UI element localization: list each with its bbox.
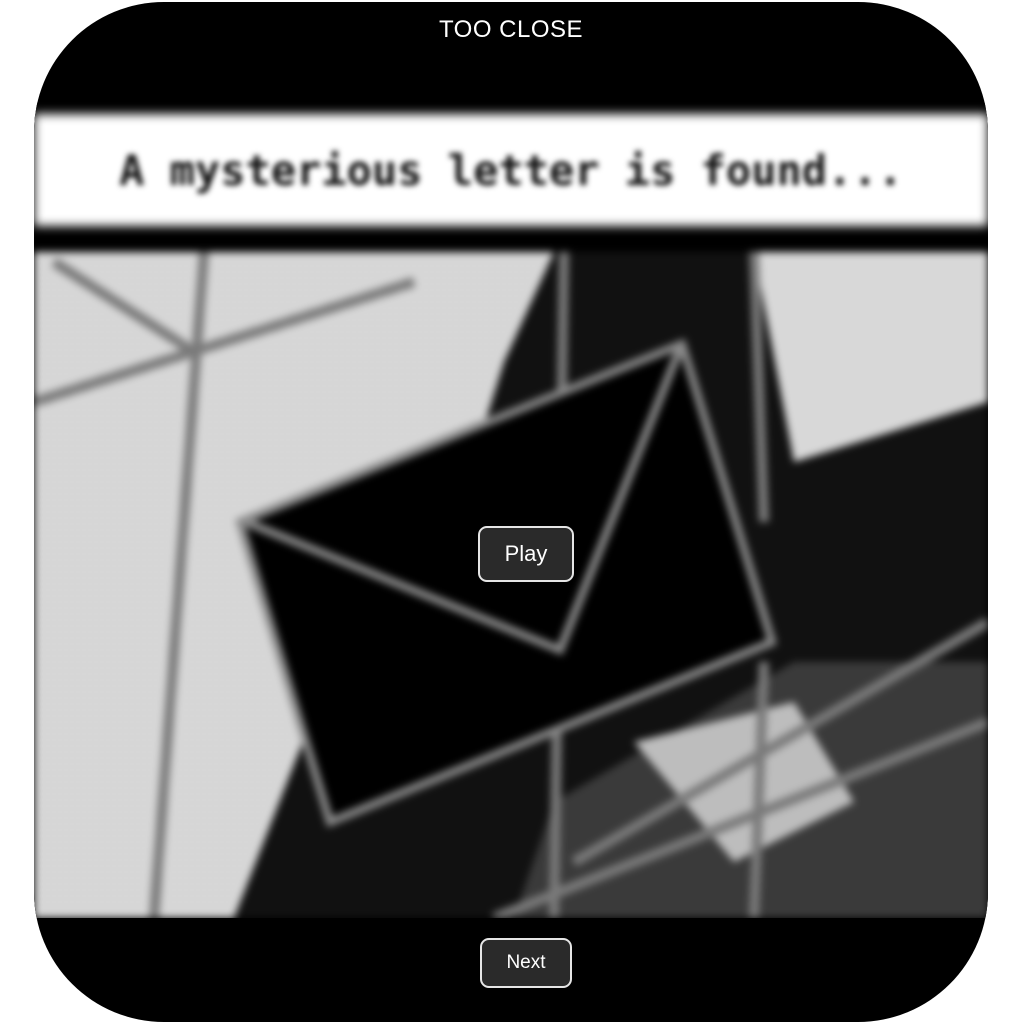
- story-scene: A mysterious letter is found...: [34, 102, 988, 918]
- story-caption: A mysterious letter is found...: [119, 146, 903, 195]
- game-title: TOO CLOSE: [438, 16, 584, 43]
- game-frame: TOO CLOSE A mysterious letter is found..…: [34, 2, 988, 1022]
- play-button[interactable]: Play: [478, 526, 574, 582]
- next-button[interactable]: Next: [480, 938, 572, 988]
